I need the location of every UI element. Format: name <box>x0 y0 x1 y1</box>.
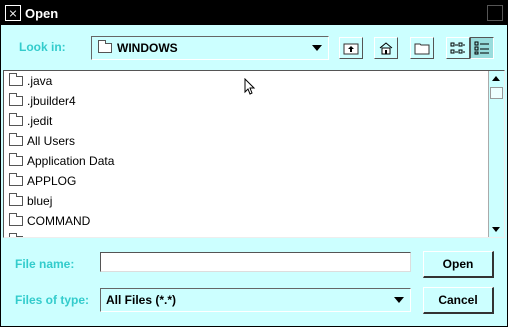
folder-icon <box>9 173 23 186</box>
list-item-label: All Users <box>27 134 76 148</box>
vertical-scrollbar[interactable] <box>488 71 504 237</box>
title-bar[interactable]: Open <box>1 1 507 25</box>
open-button[interactable]: Open <box>423 251 494 278</box>
chevron-down-icon <box>394 297 404 303</box>
home-button[interactable] <box>374 37 398 59</box>
folder-icon <box>9 213 23 226</box>
list-item[interactable]: .jedit <box>4 111 489 131</box>
window-title: Open <box>25 5 59 21</box>
scrollbar-thumb[interactable] <box>490 87 503 99</box>
list-item-label: .java <box>27 74 53 88</box>
app-icon <box>5 5 21 21</box>
file-name-label: File name: <box>15 257 75 271</box>
folder-icon <box>9 73 23 86</box>
list-item-partial[interactable] <box>4 231 489 237</box>
scroll-up-icon[interactable] <box>492 76 500 81</box>
folder-icon <box>9 233 23 237</box>
list-item-label: APPLOG <box>27 174 77 188</box>
list-item-label: Application Data <box>27 154 115 168</box>
folder-icon <box>9 153 23 166</box>
close-icon[interactable] <box>487 5 503 21</box>
cancel-button[interactable]: Cancel <box>423 287 494 314</box>
folder-icon <box>98 40 112 53</box>
list-item[interactable]: COMMAND <box>4 211 489 231</box>
look-in-dropdown[interactable]: WINDOWS <box>91 36 329 60</box>
folder-icon <box>9 113 23 126</box>
list-item[interactable]: All Users <box>4 131 489 151</box>
scroll-down-icon[interactable] <box>492 227 500 232</box>
files-of-type-dropdown[interactable]: All Files (*.*) <box>100 288 411 312</box>
up-folder-icon <box>343 43 359 55</box>
details-view-button[interactable] <box>470 37 494 59</box>
list-item[interactable]: APPLOG <box>4 171 489 191</box>
list-item[interactable]: bluej <box>4 191 489 211</box>
chevron-down-icon <box>312 45 322 51</box>
look-in-label: Look in: <box>19 40 66 54</box>
list-view-button[interactable] <box>446 37 470 59</box>
folder-icon <box>9 93 23 106</box>
folder-icon <box>9 193 23 206</box>
list-item[interactable]: Application Data <box>4 151 489 171</box>
up-folder-button[interactable] <box>339 37 363 59</box>
look-in-value: WINDOWS <box>117 41 178 55</box>
list-view-icon <box>450 42 465 54</box>
mouse-cursor-icon <box>244 78 256 95</box>
open-dialog: Open Look in: WINDOWS .java .jbuilder4 .… <box>0 0 508 327</box>
list-item-label: .jbuilder4 <box>27 94 76 108</box>
files-of-type-label: Files of type: <box>15 293 90 307</box>
new-folder-icon <box>414 43 430 55</box>
list-item-label: COMMAND <box>27 214 91 228</box>
list-item-label: .jedit <box>27 114 53 128</box>
details-view-icon <box>474 41 489 55</box>
new-folder-button[interactable] <box>410 37 434 59</box>
files-of-type-value: All Files (*.*) <box>106 293 177 307</box>
file-name-input[interactable] <box>100 252 411 272</box>
home-icon <box>379 42 393 55</box>
list-item-label: bluej <box>27 194 53 208</box>
folder-icon <box>9 133 23 146</box>
